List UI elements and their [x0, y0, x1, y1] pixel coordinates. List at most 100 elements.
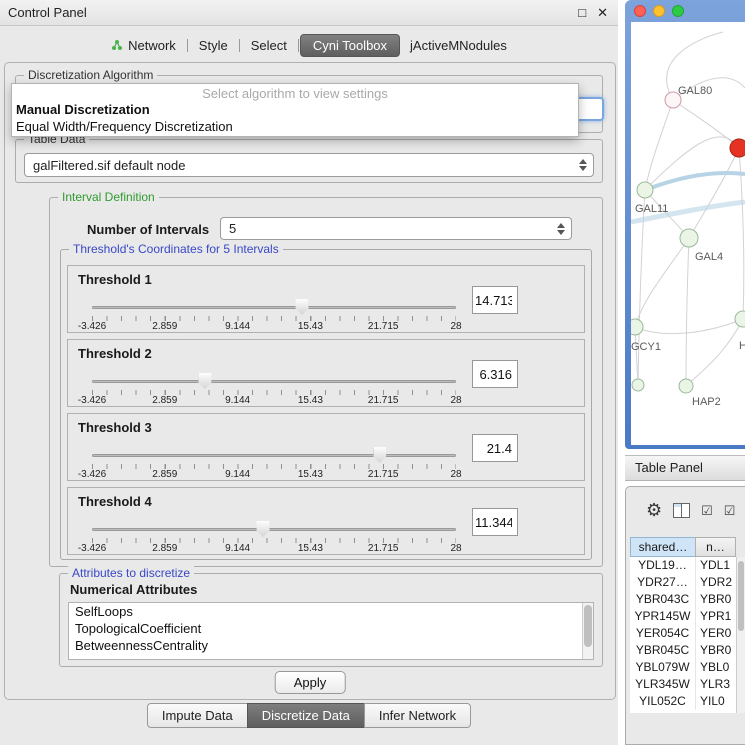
slider-thumb[interactable]: [296, 299, 309, 315]
table-panel: ⚙ ☑ ☑ shared… n… YDL19…YDL1 YDR27…YDR2 Y…: [625, 486, 745, 745]
table-row[interactable]: YBR043CYBR0: [630, 591, 736, 608]
table-row[interactable]: YBR045CYBR0: [630, 642, 736, 659]
threshold-2-label: Threshold 2: [78, 346, 152, 361]
tab-separator: [298, 39, 299, 52]
table-row[interactable]: YER054CYER0: [630, 625, 736, 642]
node-gal4[interactable]: [680, 229, 698, 247]
tab-separator: [239, 39, 240, 52]
slider-track[interactable]: [92, 306, 456, 309]
node-partial-left[interactable]: [632, 379, 644, 391]
tab-label: Network: [128, 38, 176, 53]
tab-label: Select: [251, 38, 287, 53]
tab-discretize-data[interactable]: Discretize Data: [247, 703, 365, 728]
threshold-4-label: Threshold 4: [78, 494, 152, 509]
attributes-group: Attributes to discretize Numerical Attri…: [59, 573, 603, 667]
select-none-checkbox-icon[interactable]: ☑: [724, 504, 736, 517]
slider-thumb[interactable]: [373, 447, 386, 463]
slider-track[interactable]: [92, 380, 456, 383]
node-hap2[interactable]: [679, 379, 693, 393]
threshold-1-block: Threshold 1 -3.426 2.859 9.144 15.43 21.…: [67, 265, 585, 333]
table-columns-icon[interactable]: [673, 503, 690, 518]
threshold-1-label: Threshold 1: [78, 272, 152, 287]
apply-button[interactable]: Apply: [275, 671, 346, 694]
slider-thumb[interactable]: [198, 373, 211, 389]
num-intervals-combobox[interactable]: 5: [220, 217, 572, 240]
table-scrollbar[interactable]: [736, 557, 745, 713]
list-item[interactable]: TopologicalCoefficient: [69, 620, 593, 637]
list-scrollbar[interactable]: [582, 603, 593, 659]
node-gcy1[interactable]: [631, 319, 643, 335]
network-icon: [111, 39, 123, 51]
close-icon[interactable]: ✕: [597, 0, 608, 26]
dropdown-option-manual[interactable]: Manual Discretization: [12, 101, 578, 118]
table-row[interactable]: YIL052CYIL0: [630, 693, 736, 710]
top-tab-bar: Network Style Select Cyni Toolbox jActiv…: [0, 31, 618, 59]
slider-tick-labels: -3.426 2.859 9.144 15.43 21.715 28: [92, 469, 456, 480]
tab-jactivemnodules[interactable]: jActiveMNodules: [400, 35, 517, 56]
bottom-tab-bar: Impute Data Discretize Data Infer Networ…: [0, 703, 618, 728]
threshold-4-block: Threshold 4 -3.426 2.859 9.144 15.43 21.…: [67, 487, 585, 555]
dropdown-placeholder: Select algorithm to view settings: [12, 86, 578, 101]
list-item[interactable]: SelfLoops: [69, 603, 593, 620]
control-panel: Control Panel □ ✕ Network Style Select C…: [0, 0, 618, 745]
column-header-shared-name[interactable]: shared…: [630, 537, 696, 557]
threshold-2-value-field[interactable]: [472, 360, 518, 388]
table-row[interactable]: YDR27…YDR2: [630, 574, 736, 591]
window-traffic-lights: [634, 5, 684, 17]
slider-tick-labels: -3.426 2.859 9.144 15.43 21.715 28: [92, 395, 456, 406]
node-highlighted[interactable]: [730, 139, 745, 157]
thresholds-group-label: Threshold's Coordinates for 5 Intervals: [69, 242, 283, 256]
table-body: YDL19…YDL1 YDR27…YDR2 YBR043CYBR0 YPR145…: [630, 557, 736, 713]
node-label-hap2: HAP2: [692, 396, 721, 408]
slider-tick-labels: -3.426 2.859 9.144 15.43 21.715 28: [92, 543, 456, 554]
close-window-icon[interactable]: [634, 5, 646, 17]
slider-track[interactable]: [92, 454, 456, 457]
table-row[interactable]: YBL079WYBL0: [630, 659, 736, 676]
network-canvas[interactable]: GAL80 GAL11 GAL4 GCY1 HAP2 H: [631, 22, 745, 445]
tab-label: jActiveMNodules: [410, 38, 507, 53]
zoom-window-icon[interactable]: [672, 5, 684, 17]
table-row[interactable]: YLR345WYLR3: [630, 676, 736, 693]
dropdown-option-equal-width[interactable]: Equal Width/Frequency Discretization: [12, 118, 578, 135]
minimize-window-icon[interactable]: [653, 5, 665, 17]
num-intervals-label: Number of Intervals: [87, 222, 209, 237]
window-buttons: □ ✕: [578, 0, 608, 26]
column-header-name[interactable]: n…: [695, 537, 736, 557]
tab-cyni-toolbox[interactable]: Cyni Toolbox: [300, 34, 400, 57]
select-all-checkbox-icon[interactable]: ☑: [701, 504, 713, 517]
threshold-2-slider[interactable]: [92, 372, 456, 389]
table-row[interactable]: YDL19…YDL1: [630, 557, 736, 574]
threshold-3-value-field[interactable]: [472, 434, 518, 462]
table-data-combobox[interactable]: galFiltered.sif default node: [24, 153, 594, 177]
table-header-row: shared… n…: [630, 537, 736, 557]
thresholds-group: Threshold's Coordinates for 5 Intervals …: [60, 249, 592, 560]
node-gal11[interactable]: [637, 182, 653, 198]
threshold-4-slider[interactable]: [92, 520, 456, 537]
threshold-3-slider[interactable]: [92, 446, 456, 463]
tab-impute-data[interactable]: Impute Data: [147, 703, 248, 728]
tab-infer-network[interactable]: Infer Network: [364, 703, 471, 728]
table-row[interactable]: YPR145WYPR1: [630, 608, 736, 625]
tab-label: Cyni Toolbox: [313, 38, 387, 53]
slider-thumb[interactable]: [257, 521, 270, 537]
table-data-value: galFiltered.sif default node: [33, 158, 185, 173]
threshold-1-value-field[interactable]: [472, 286, 518, 314]
node-label-gal4: GAL4: [695, 251, 723, 263]
table-toolbar: ⚙ ☑ ☑: [626, 493, 745, 527]
float-window-icon[interactable]: □: [578, 0, 586, 26]
list-item[interactable]: BetweennessCentrality: [69, 637, 593, 654]
tab-separator: [187, 39, 188, 52]
algorithm-group-label: Discretization Algorithm: [24, 68, 157, 82]
tab-network[interactable]: Network: [101, 35, 186, 56]
table-panel-titlebar: Table Panel: [625, 455, 745, 481]
slider-track[interactable]: [92, 528, 456, 531]
scrollbar-thumb[interactable]: [738, 561, 744, 631]
tab-select[interactable]: Select: [241, 35, 297, 56]
interval-definition-label: Interval Definition: [58, 190, 159, 204]
node-partial-right[interactable]: [735, 311, 745, 327]
threshold-4-value-field[interactable]: [472, 508, 518, 536]
scrollbar-thumb[interactable]: [584, 605, 592, 647]
threshold-1-slider[interactable]: [92, 298, 456, 315]
gear-icon[interactable]: ⚙: [646, 501, 662, 519]
tab-style[interactable]: Style: [189, 35, 238, 56]
